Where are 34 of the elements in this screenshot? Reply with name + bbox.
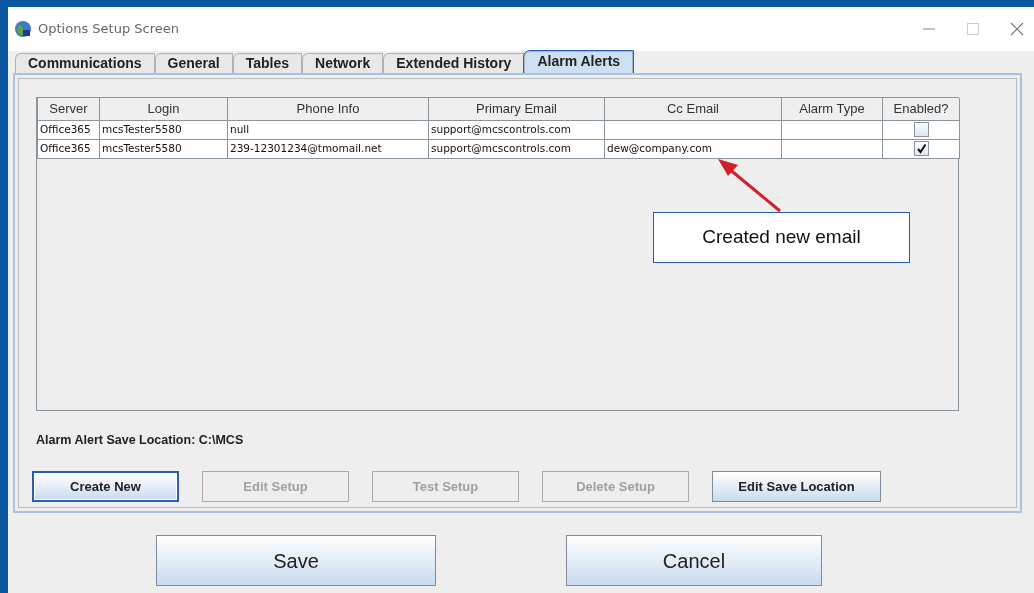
tab[interactable]: Network — [302, 53, 384, 73]
tab[interactable]: Alarm Alerts — [524, 51, 634, 73]
tab[interactable]: Tables — [232, 53, 303, 73]
table-cell: dew@company.com — [607, 141, 712, 154]
column-header[interactable]: Primary Email — [428, 98, 605, 120]
table-cell: support@mcscontrols.com — [431, 141, 571, 154]
cancel-button[interactable]: Cancel — [566, 535, 822, 586]
checkbox[interactable] — [913, 122, 929, 138]
callout-text: Created new email — [653, 212, 910, 263]
tab[interactable]: Communications — [15, 53, 155, 73]
action-button[interactable]: Edit Save Location — [712, 470, 881, 502]
action-button[interactable]: Create New — [32, 470, 179, 502]
tab[interactable]: Extended History — [383, 53, 525, 73]
save-button[interactable]: Save — [156, 535, 436, 586]
app-globe-icon — [14, 20, 32, 38]
checkbox[interactable] — [913, 141, 929, 157]
column-header[interactable]: Server — [37, 98, 100, 120]
maximize-icon[interactable] — [966, 22, 980, 36]
column-header[interactable]: Login — [99, 98, 228, 120]
table-cell: null — [230, 122, 250, 135]
tab[interactable]: General — [154, 53, 233, 73]
column-header[interactable]: Enabled? — [882, 98, 960, 120]
table-cell: Office365 — [40, 122, 91, 135]
column-header[interactable]: Cc Email — [604, 98, 782, 120]
window-title: Options Setup Screen — [38, 20, 179, 39]
table-cell: mcsTester5580 — [102, 122, 182, 135]
table-cell: mcsTester5580 — [102, 141, 182, 154]
table-cell: Office365 — [40, 141, 91, 154]
column-header[interactable]: Alarm Type — [781, 98, 883, 120]
column-header[interactable]: Phone Info — [227, 98, 429, 120]
close-icon[interactable] — [1010, 22, 1024, 36]
table-cell: 239-12301234@tmomail.net — [230, 141, 382, 154]
save-location-label: Alarm Alert Save Location: C:\MCS — [36, 432, 245, 449]
table-cell: support@mcscontrols.com — [431, 122, 571, 135]
